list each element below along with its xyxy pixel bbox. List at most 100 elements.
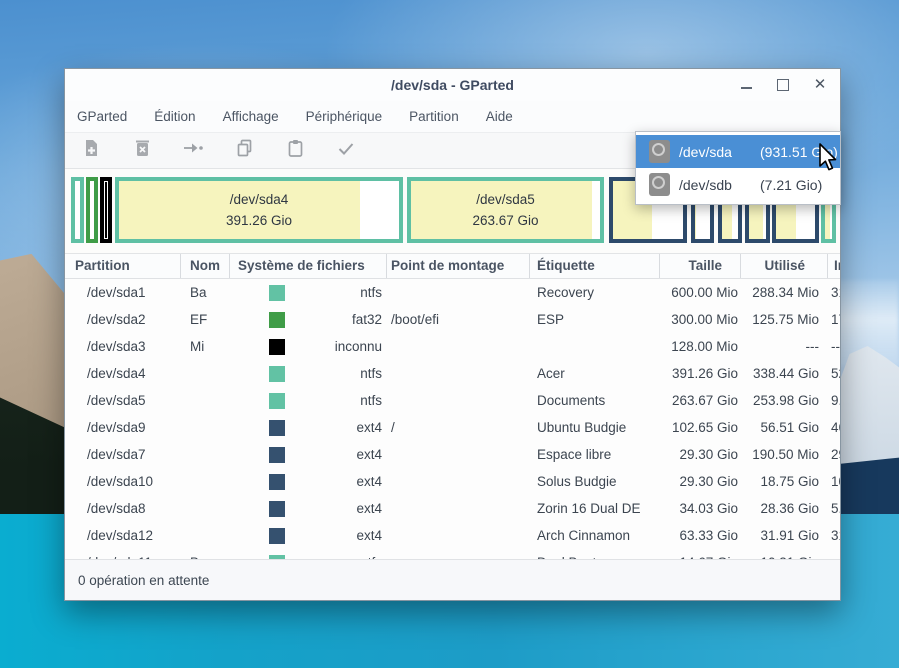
minimize-button[interactable] bbox=[739, 78, 753, 92]
copy-icon bbox=[235, 138, 254, 163]
table-row-sda1[interactable]: /dev/sda1BantfsRecovery600.00 Mio288.34 … bbox=[65, 279, 840, 306]
cell-partition: /dev/sda3 bbox=[65, 333, 181, 360]
table-row-sda11[interactable]: /dev/sda11BantfsDual Boot14.67 Gio10.31 … bbox=[65, 549, 840, 559]
cell-mountpoint bbox=[387, 549, 530, 559]
filesystem-color-swatch bbox=[269, 339, 285, 355]
cell-size: 128.00 Mio bbox=[660, 333, 741, 360]
filesystem-name: fat32 bbox=[285, 306, 387, 333]
cell-size: 14.67 Gio bbox=[660, 549, 741, 559]
filesystem-color-swatch bbox=[269, 474, 285, 490]
cell-size: 29.30 Gio bbox=[660, 441, 741, 468]
bar-segment-sda4[interactable]: /dev/sda4 391.26 Gio bbox=[115, 177, 403, 243]
menu-item-partition[interactable]: Partition bbox=[409, 109, 459, 124]
statusbar: 0 opération en attente bbox=[65, 559, 840, 600]
table-row-sda5[interactable]: /dev/sda5ntfsDocuments263.67 Gio253.98 G… bbox=[65, 387, 840, 414]
filesystem-color-swatch bbox=[269, 528, 285, 544]
cell-filesystem: inconnu bbox=[230, 333, 387, 360]
copy-button[interactable] bbox=[233, 140, 255, 162]
cell-label: Recovery bbox=[530, 279, 660, 306]
filesystem-name: inconnu bbox=[285, 333, 387, 360]
maximize-button[interactable] bbox=[776, 78, 790, 92]
resize-move-button[interactable] bbox=[182, 140, 204, 162]
cell-label: Ubuntu Budgie bbox=[530, 414, 660, 441]
device-option-sda[interactable]: /dev/sda(931.51 Gio) bbox=[636, 135, 840, 168]
partition-table: PartitionNomSystème de fichiersPoint de … bbox=[65, 254, 840, 559]
cell-filesystem: ext4 bbox=[230, 468, 387, 495]
cell-name bbox=[181, 495, 230, 522]
cell-filesystem: ext4 bbox=[230, 441, 387, 468]
column-header-size: Taille bbox=[660, 254, 741, 278]
filesystem-name: ext4 bbox=[285, 495, 387, 522]
menubar: GParted Édition Affichage Périphérique Parti… bbox=[65, 101, 840, 132]
filesystem-name: ext4 bbox=[285, 441, 387, 468]
filesystem-color-swatch bbox=[269, 312, 285, 328]
table-body: /dev/sda1BantfsRecovery600.00 Mio288.34 … bbox=[65, 279, 840, 559]
desktop: /dev/sda - GParted ✕ GParted Édition Affic… bbox=[0, 0, 899, 668]
cell-used: 125.75 Mio bbox=[741, 306, 828, 333]
filesystem-name: ext4 bbox=[285, 468, 387, 495]
cell-name bbox=[181, 441, 230, 468]
menu-item-affichage[interactable]: Affichage bbox=[223, 109, 279, 124]
apply-button[interactable] bbox=[335, 140, 357, 162]
cell-used: 10.31 Gio bbox=[741, 549, 828, 559]
column-header-mountpoint: Point de montage bbox=[387, 254, 530, 278]
cell-unused: 5.67 Gio bbox=[828, 495, 840, 522]
table-row-sda3[interactable]: /dev/sda3Miinconnu128.00 Mio------ bbox=[65, 333, 840, 360]
close-button[interactable]: ✕ bbox=[813, 78, 827, 92]
bar-label-device: /dev/sda4 bbox=[230, 192, 289, 207]
cell-label: ESP bbox=[530, 306, 660, 333]
pending-operations-text: 0 opération en attente bbox=[78, 573, 209, 588]
menu-item-priphrique[interactable]: Périphérique bbox=[306, 109, 383, 124]
cell-label bbox=[530, 333, 660, 360]
cell-mountpoint bbox=[387, 279, 530, 306]
table-row-sda2[interactable]: /dev/sda2EFfat32/boot/efiESP300.00 Mio12… bbox=[65, 306, 840, 333]
filesystem-name: ext4 bbox=[285, 522, 387, 549]
cell-partition: /dev/sda12 bbox=[65, 522, 181, 549]
cell-used: 56.51 Gio bbox=[741, 414, 828, 441]
harddisk-icon bbox=[649, 173, 670, 196]
device-option-sdb[interactable]: /dev/sdb(7.21 Gio) bbox=[636, 168, 840, 201]
titlebar[interactable]: /dev/sda - GParted ✕ bbox=[65, 69, 840, 101]
bar-segment-sda3[interactable] bbox=[100, 177, 112, 243]
table-row-sda7[interactable]: /dev/sda7ext4Espace libre29.30 Gio190.50… bbox=[65, 441, 840, 468]
cell-partition: /dev/sda9 bbox=[65, 414, 181, 441]
filesystem-color-swatch bbox=[269, 420, 285, 436]
cell-label: Dual Boot bbox=[530, 549, 660, 559]
table-row-sda12[interactable]: /dev/sda12ext4Arch Cinnamon63.33 Gio31.9… bbox=[65, 522, 840, 549]
table-row-sda10[interactable]: /dev/sda10ext4Solus Budgie29.30 Gio18.75… bbox=[65, 468, 840, 495]
paste-button[interactable] bbox=[284, 140, 306, 162]
menu-item-aide[interactable]: Aide bbox=[486, 109, 513, 124]
paste-icon bbox=[286, 138, 305, 163]
delete-partition-button[interactable] bbox=[131, 140, 153, 162]
device-path: /dev/sda bbox=[679, 144, 760, 160]
cell-label: Acer bbox=[530, 360, 660, 387]
window-controls: ✕ bbox=[739, 69, 827, 101]
cell-label: Documents bbox=[530, 387, 660, 414]
table-row-sda8[interactable]: /dev/sda8ext4Zorin 16 Dual DE34.03 Gio28… bbox=[65, 495, 840, 522]
bar-segment-sda5[interactable]: /dev/sda5263.67 Gio bbox=[407, 177, 604, 243]
filesystem-color-swatch bbox=[269, 366, 285, 382]
bar-segment-label: /dev/sda4 391.26 Gio bbox=[119, 181, 399, 239]
table-row-sda4[interactable]: /dev/sda4ntfsAcer391.26 Gio338.44 Gio52.… bbox=[65, 360, 840, 387]
cell-partition: /dev/sda4 bbox=[65, 360, 181, 387]
cell-size: 34.03 Gio bbox=[660, 495, 741, 522]
cell-mountpoint bbox=[387, 468, 530, 495]
bar-label-size: 391.26 Gio bbox=[226, 213, 292, 228]
bar-segment-sda2[interactable] bbox=[86, 177, 98, 243]
new-partition-button[interactable] bbox=[80, 140, 102, 162]
table-row-sda9[interactable]: /dev/sda9ext4/Ubuntu Budgie102.65 Gio56.… bbox=[65, 414, 840, 441]
device-dropdown: /dev/sda(931.51 Gio)/dev/sdb(7.21 Gio) bbox=[635, 131, 841, 205]
column-header-partition: Partition bbox=[65, 254, 181, 278]
cell-mountpoint bbox=[387, 522, 530, 549]
bar-segment-sda1[interactable] bbox=[71, 177, 84, 243]
cell-unused: 52.82 Gio bbox=[828, 360, 840, 387]
menu-item-dition[interactable]: Édition bbox=[154, 109, 195, 124]
menu-item-gparted[interactable]: GParted bbox=[77, 109, 127, 124]
delete-partition-icon bbox=[133, 138, 152, 163]
cell-name bbox=[181, 360, 230, 387]
cell-filesystem: ext4 bbox=[230, 414, 387, 441]
column-header-nom: Nom bbox=[181, 254, 230, 278]
harddisk-icon bbox=[649, 140, 670, 163]
bar-label-size: 263.67 Gio bbox=[472, 213, 538, 228]
cell-size: 63.33 Gio bbox=[660, 522, 741, 549]
